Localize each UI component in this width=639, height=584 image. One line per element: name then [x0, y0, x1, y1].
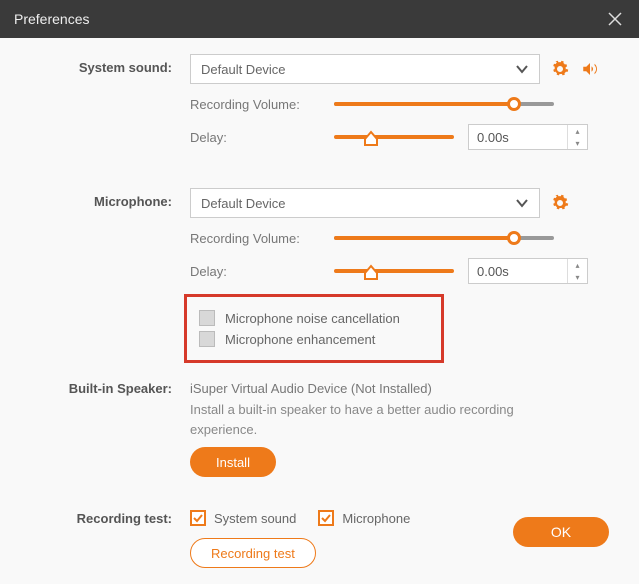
volume-icon: [580, 60, 600, 78]
system-sound-device-select[interactable]: Default Device: [190, 54, 540, 84]
stepper-up-icon[interactable]: ▴: [568, 125, 587, 137]
microphone-rec-vol-slider[interactable]: [334, 228, 554, 248]
close-icon: [608, 12, 622, 26]
install-button[interactable]: Install: [190, 447, 276, 477]
check-icon: [192, 512, 204, 524]
speaker-desc: Install a built-in speaker to have a bet…: [190, 400, 550, 439]
recording-test-label: Recording test:: [30, 505, 190, 568]
chevron-down-icon: [515, 62, 529, 76]
test-microphone-label: Microphone: [342, 511, 410, 526]
chevron-down-icon: [515, 196, 529, 210]
check-icon: [320, 512, 332, 524]
system-sound-delay-label: Delay:: [190, 130, 320, 145]
titlebar: Preferences: [0, 0, 639, 38]
mic-enhancement-label: Microphone enhancement: [225, 332, 375, 347]
system-sound-rec-vol-label: Recording Volume:: [190, 97, 320, 112]
mic-enhancement-checkbox[interactable]: [199, 331, 215, 347]
system-sound-device-value: Default Device: [201, 62, 286, 77]
speaker-label: Built-in Speaker:: [30, 375, 190, 477]
speaker-status: iSuper Virtual Audio Device (Not Install…: [190, 375, 609, 396]
microphone-delay-value: 0.00s: [469, 264, 567, 279]
microphone-delay-stepper[interactable]: 0.00s ▴ ▾: [468, 258, 588, 284]
test-microphone-checkbox[interactable]: [318, 510, 334, 526]
system-sound-volume-button[interactable]: [580, 59, 600, 79]
mic-options-highlight: Microphone noise cancellation Microphone…: [184, 294, 444, 363]
ok-button[interactable]: OK: [513, 517, 609, 547]
microphone-delay-label: Delay:: [190, 264, 320, 279]
system-sound-settings-button[interactable]: [550, 59, 570, 79]
gear-icon: [551, 60, 569, 78]
system-sound-label: System sound:: [30, 54, 190, 160]
recording-test-button[interactable]: Recording test: [190, 538, 316, 568]
system-sound-delay-stepper[interactable]: 0.00s ▴ ▾: [468, 124, 588, 150]
system-sound-delay-value: 0.00s: [469, 130, 567, 145]
test-system-sound-checkbox[interactable]: [190, 510, 206, 526]
stepper-down-icon[interactable]: ▾: [568, 137, 587, 149]
noise-cancellation-label: Microphone noise cancellation: [225, 311, 400, 326]
microphone-device-select[interactable]: Default Device: [190, 188, 540, 218]
microphone-delay-slider[interactable]: [334, 261, 454, 281]
microphone-device-value: Default Device: [201, 196, 286, 211]
close-button[interactable]: [605, 9, 625, 29]
microphone-rec-vol-label: Recording Volume:: [190, 231, 320, 246]
gear-icon: [551, 194, 569, 212]
system-sound-delay-slider[interactable]: [334, 127, 454, 147]
noise-cancellation-checkbox[interactable]: [199, 310, 215, 326]
stepper-down-icon[interactable]: ▾: [568, 271, 587, 283]
stepper-up-icon[interactable]: ▴: [568, 259, 587, 271]
microphone-label: Microphone:: [30, 188, 190, 369]
window-title: Preferences: [14, 11, 89, 27]
test-system-sound-label: System sound: [214, 511, 296, 526]
system-sound-rec-vol-slider[interactable]: [334, 94, 554, 114]
microphone-settings-button[interactable]: [550, 193, 570, 213]
